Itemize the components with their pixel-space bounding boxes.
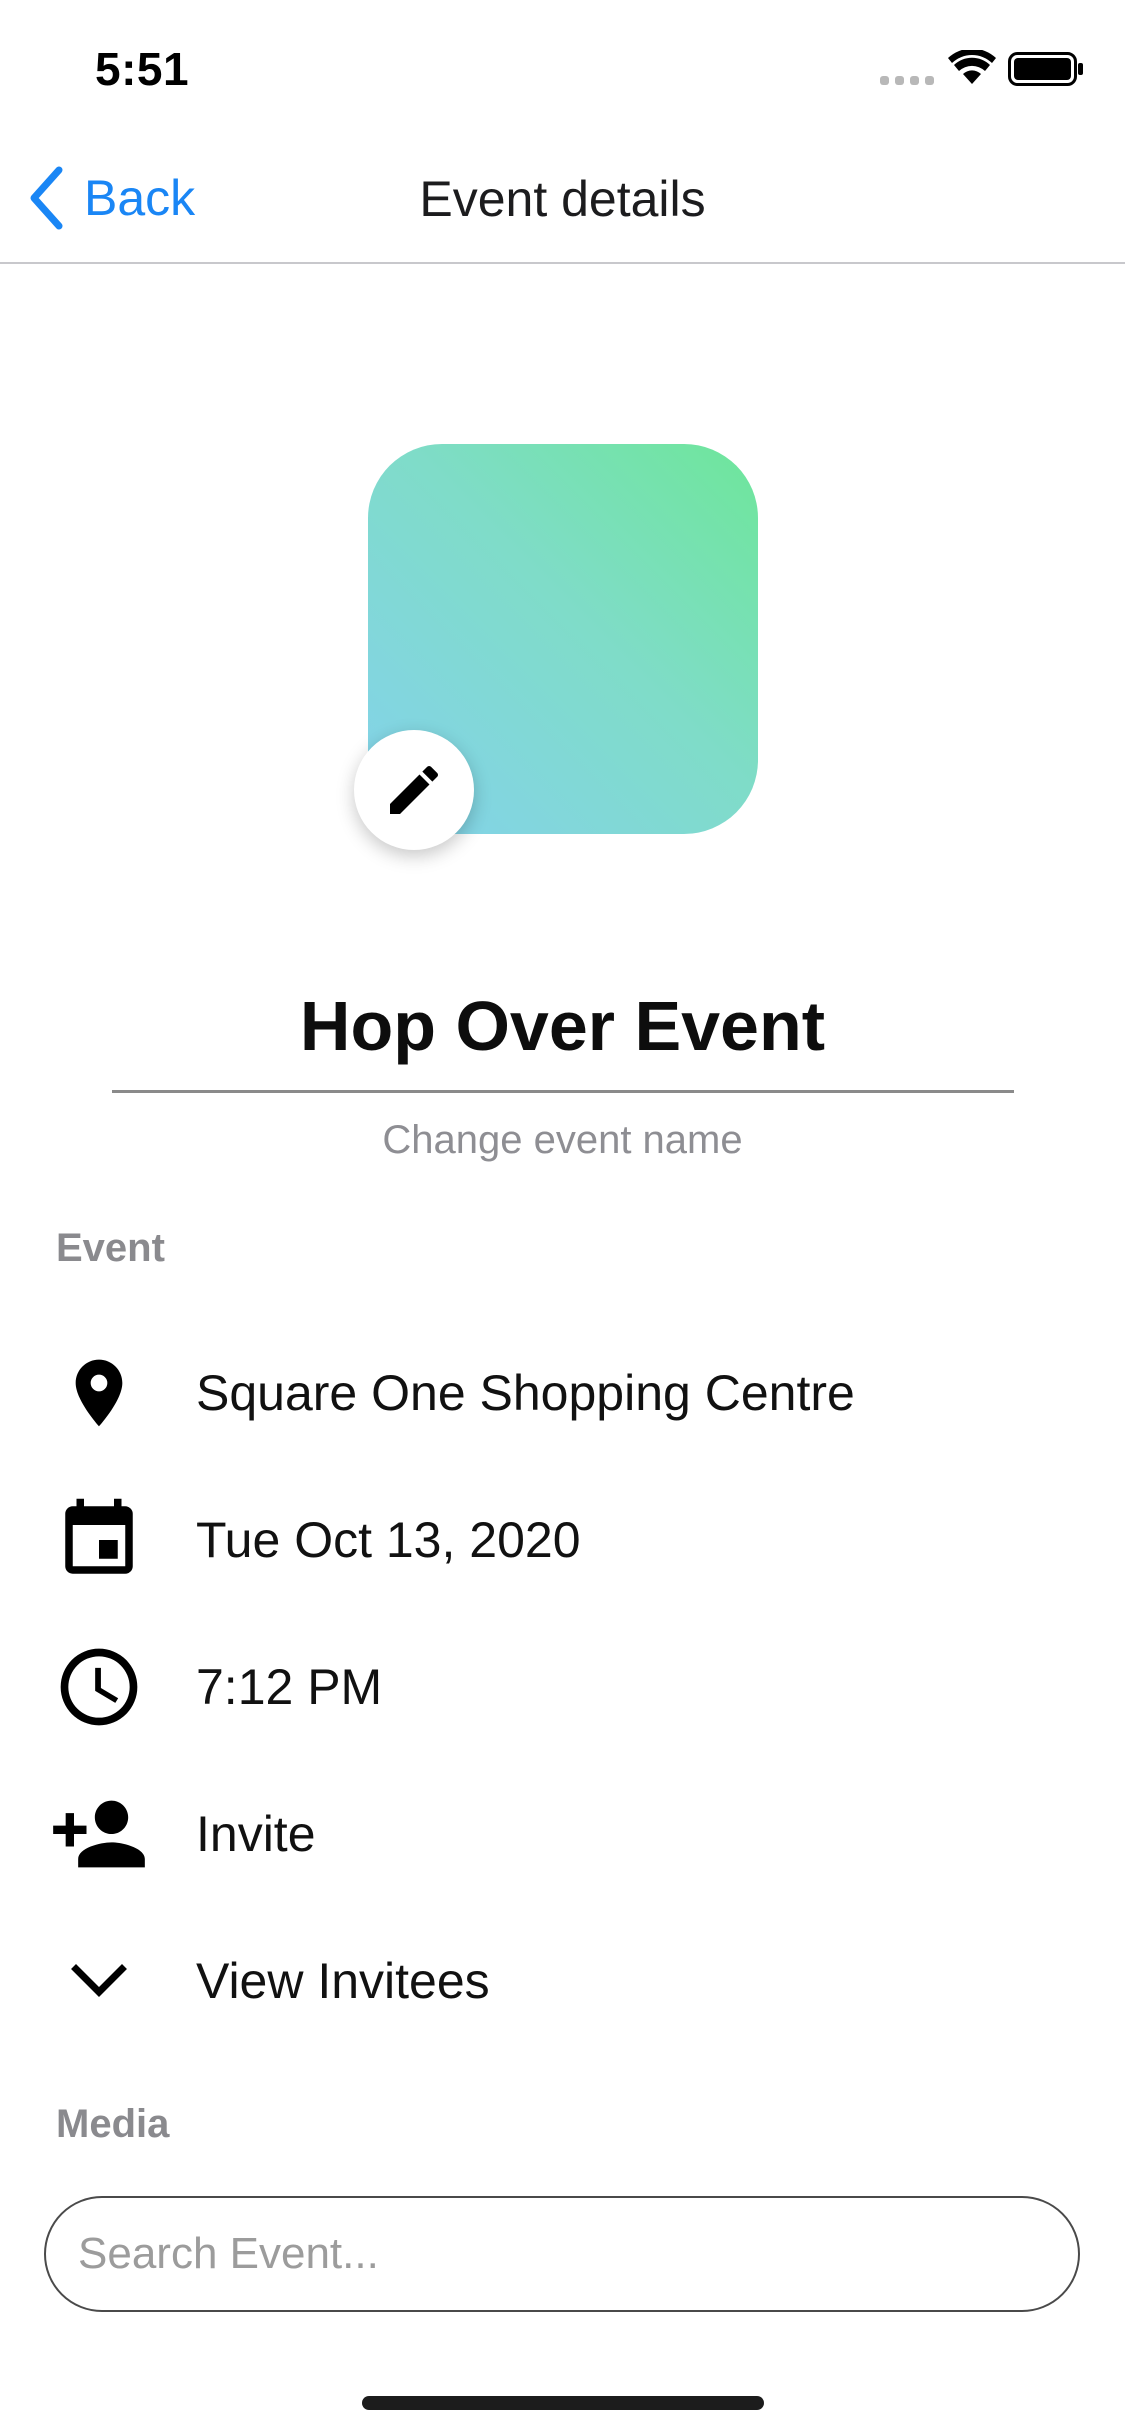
section-label-event: Event (56, 1226, 165, 1270)
event-date-row[interactable]: Tue Oct 13, 2020 (0, 1485, 1125, 1595)
event-name-hint: Change event name (382, 1118, 743, 1162)
invite-row[interactable]: Invite (0, 1779, 1125, 1889)
map-pin-icon (44, 1338, 154, 1448)
add-person-icon (44, 1779, 154, 1889)
event-name-underline (112, 1090, 1014, 1093)
view-invitees-label: View Invitees (196, 1953, 490, 2009)
event-time: 7:12 PM (196, 1659, 383, 1715)
calendar-icon (44, 1485, 154, 1595)
event-name-field[interactable]: Hop Over Event (0, 986, 1125, 1066)
cellular-signal-icon (880, 76, 934, 86)
invite-label: Invite (196, 1806, 316, 1862)
page-title: Event details (419, 171, 706, 227)
search-input[interactable] (46, 2229, 1078, 2279)
navigation-bar: Back Event details (0, 132, 1125, 264)
view-invitees-row[interactable]: View Invitees (0, 1926, 1125, 2036)
event-location-row[interactable]: Square One Shopping Centre (0, 1338, 1125, 1448)
event-time-row[interactable]: 7:12 PM (0, 1632, 1125, 1742)
event-date: Tue Oct 13, 2020 (196, 1512, 581, 1568)
pencil-icon (390, 765, 439, 814)
search-field[interactable] (44, 2196, 1080, 2312)
home-indicator[interactable] (362, 2396, 764, 2410)
chevron-down-icon (44, 1926, 154, 2036)
status-time: 5:51 (95, 43, 190, 95)
event-details-screen: 5:51 Back Event details Hop Over Event C… (0, 0, 1125, 2436)
clock-icon (44, 1632, 154, 1742)
section-label-media: Media (56, 2102, 170, 2146)
event-location: Square One Shopping Centre (196, 1365, 855, 1421)
edit-image-button[interactable] (354, 730, 474, 850)
status-bar: 5:51 (0, 0, 1125, 132)
battery-icon (1008, 52, 1083, 86)
wifi-icon (948, 50, 996, 84)
